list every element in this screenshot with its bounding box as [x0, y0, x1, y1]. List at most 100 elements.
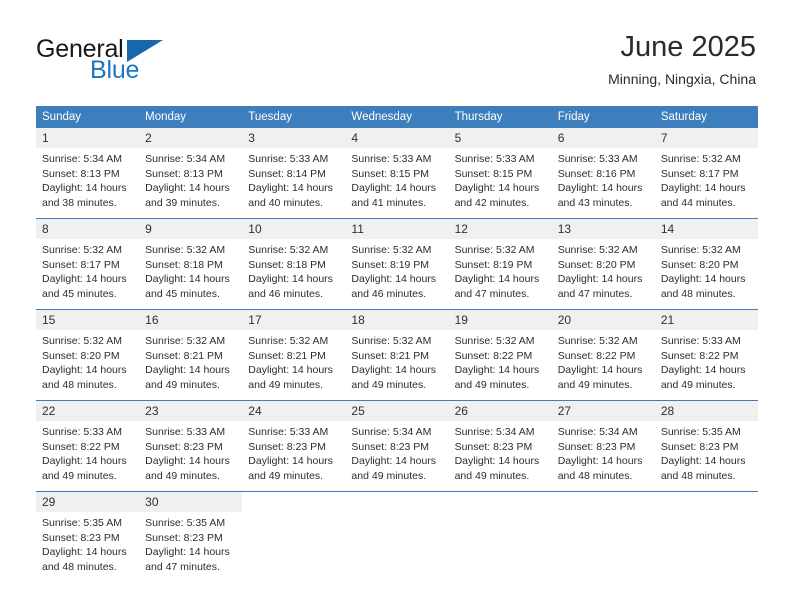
- day-details: Sunrise: 5:32 AM Sunset: 8:17 PM Daylight:…: [655, 148, 758, 210]
- calendar-cell-empty: [654, 491, 758, 582]
- day-cell-inner: 18 Sunrise: 5:32 AM Sunset: 8:21 PM Dayligh…: [345, 310, 449, 400]
- calendar-day-cell[interactable]: 27 Sunrise: 5:34 AM Sunset: 8:23 PM Dayligh…: [551, 400, 655, 492]
- day-number: 23: [139, 401, 243, 421]
- calendar-day-cell[interactable]: 15 Sunrise: 5:32 AM Sunset: 8:20 PM Dayligh…: [36, 309, 140, 401]
- location-subtitle: Minning, Ningxia, China: [608, 71, 756, 87]
- sunset-text: Sunset: 8:17 PM: [42, 258, 120, 271]
- sunrise-text: Sunrise: 5:32 AM: [660, 153, 741, 165]
- calendar-week-row: 15 Sunrise: 5:32 AM Sunset: 8:20 PM Dayligh…: [36, 309, 758, 401]
- day-details: Sunrise: 5:33 AM Sunset: 8:16 PM Daylight:…: [552, 148, 655, 210]
- calendar-header-row: Sunday Monday Tuesday Wednesday Thursday…: [36, 106, 758, 128]
- calendar-day-cell[interactable]: 4 Sunrise: 5:33 AM Sunset: 8:15 PM Daylight…: [345, 128, 449, 219]
- day-number: 6: [551, 128, 655, 148]
- calendar-day-cell[interactable]: 8 Sunrise: 5:32 AM Sunset: 8:17 PM Daylight…: [36, 218, 140, 310]
- weekday-header-tuesday: Tuesday: [242, 106, 346, 128]
- sunrise-text: Sunrise: 5:32 AM: [351, 335, 432, 347]
- calendar-day-cell[interactable]: 2 Sunrise: 5:34 AM Sunset: 8:13 PM Daylight…: [139, 128, 243, 219]
- calendar-day-cell[interactable]: 12 Sunrise: 5:32 AM Sunset: 8:19 PM Dayligh…: [448, 218, 552, 310]
- sunrise-text: Sunrise: 5:34 AM: [145, 153, 226, 165]
- sunrise-text: Sunrise: 5:32 AM: [145, 335, 226, 347]
- day-number: 28: [654, 401, 758, 421]
- weekday-header-thursday: Thursday: [448, 106, 552, 128]
- sunset-text: Sunset: 8:13 PM: [145, 167, 223, 180]
- calendar-day-cell[interactable]: 13 Sunrise: 5:32 AM Sunset: 8:20 PM Dayligh…: [551, 218, 655, 310]
- sunset-text: Sunset: 8:13 PM: [42, 167, 120, 180]
- day-cell-inner: 28 Sunrise: 5:35 AM Sunset: 8:23 PM Dayligh…: [654, 401, 758, 491]
- calendar-day-cell[interactable]: 5 Sunrise: 5:33 AM Sunset: 8:15 PM Daylight…: [448, 128, 552, 219]
- calendar-day-cell[interactable]: 16 Sunrise: 5:32 AM Sunset: 8:21 PM Dayligh…: [139, 309, 243, 401]
- day-number: [655, 492, 758, 512]
- sunrise-text: Sunrise: 5:32 AM: [248, 244, 329, 256]
- calendar-page: General Blue June 2025 Minning, Ningxia,…: [0, 0, 792, 612]
- sunset-text: Sunset: 8:20 PM: [42, 349, 120, 362]
- daylight-text: Daylight: 14 hours and 49 minutes.: [660, 364, 746, 391]
- calendar-day-cell[interactable]: 28 Sunrise: 5:35 AM Sunset: 8:23 PM Dayligh…: [654, 400, 758, 492]
- daylight-text: Daylight: 14 hours and 49 minutes.: [454, 455, 540, 482]
- day-cell-inner: [552, 492, 655, 582]
- day-details: [345, 512, 448, 516]
- calendar-day-cell[interactable]: 19 Sunrise: 5:32 AM Sunset: 8:22 PM Dayligh…: [448, 309, 552, 401]
- calendar-day-cell[interactable]: 23 Sunrise: 5:33 AM Sunset: 8:23 PM Dayligh…: [139, 400, 243, 492]
- sunset-text: Sunset: 8:19 PM: [454, 258, 533, 271]
- sunrise-text: Sunrise: 5:32 AM: [557, 335, 638, 347]
- day-number: 10: [242, 219, 346, 239]
- day-cell-inner: 3 Sunrise: 5:33 AM Sunset: 8:14 PM Daylight…: [242, 128, 346, 218]
- calendar-day-cell[interactable]: 1 Sunrise: 5:34 AM Sunset: 8:13 PM Daylight…: [36, 128, 140, 219]
- day-number: [552, 492, 655, 512]
- sunrise-text: Sunrise: 5:34 AM: [351, 426, 432, 438]
- general-blue-logo[interactable]: General Blue: [36, 36, 236, 88]
- calendar-day-cell[interactable]: 14 Sunrise: 5:32 AM Sunset: 8:20 PM Dayligh…: [654, 218, 758, 310]
- day-cell-inner: 12 Sunrise: 5:32 AM Sunset: 8:19 PM Dayligh…: [448, 219, 552, 309]
- day-details: Sunrise: 5:32 AM Sunset: 8:21 PM Daylight:…: [345, 330, 448, 392]
- weekday-header-sunday: Sunday: [36, 106, 140, 128]
- calendar-day-cell[interactable]: 20 Sunrise: 5:32 AM Sunset: 8:22 PM Dayligh…: [551, 309, 655, 401]
- sunrise-text: Sunrise: 5:33 AM: [145, 426, 226, 438]
- day-details: Sunrise: 5:34 AM Sunset: 8:23 PM Daylight:…: [345, 421, 448, 483]
- calendar-day-cell[interactable]: 25 Sunrise: 5:34 AM Sunset: 8:23 PM Dayligh…: [345, 400, 449, 492]
- calendar-day-cell[interactable]: 29 Sunrise: 5:35 AM Sunset: 8:23 PM Dayligh…: [36, 491, 140, 582]
- calendar-day-cell[interactable]: 22 Sunrise: 5:33 AM Sunset: 8:22 PM Dayligh…: [36, 400, 140, 492]
- sunrise-text: Sunrise: 5:32 AM: [248, 335, 329, 347]
- calendar-day-cell[interactable]: 3 Sunrise: 5:33 AM Sunset: 8:14 PM Daylight…: [242, 128, 346, 219]
- day-details: Sunrise: 5:33 AM Sunset: 8:22 PM Daylight:…: [655, 330, 758, 392]
- calendar-day-cell[interactable]: 10 Sunrise: 5:32 AM Sunset: 8:18 PM Dayligh…: [242, 218, 346, 310]
- sunrise-text: Sunrise: 5:33 AM: [248, 426, 329, 438]
- calendar-day-cell[interactable]: 9 Sunrise: 5:32 AM Sunset: 8:18 PM Daylight…: [139, 218, 243, 310]
- calendar-day-cell[interactable]: 26 Sunrise: 5:34 AM Sunset: 8:23 PM Dayligh…: [448, 400, 552, 492]
- sunrise-text: Sunrise: 5:33 AM: [660, 335, 741, 347]
- day-number: 11: [345, 219, 449, 239]
- day-number: [345, 492, 448, 512]
- calendar-day-cell[interactable]: 18 Sunrise: 5:32 AM Sunset: 8:21 PM Dayligh…: [345, 309, 449, 401]
- sunset-text: Sunset: 8:16 PM: [557, 167, 636, 180]
- calendar-day-cell[interactable]: 11 Sunrise: 5:32 AM Sunset: 8:19 PM Dayligh…: [345, 218, 449, 310]
- day-cell-inner: 24 Sunrise: 5:33 AM Sunset: 8:23 PM Dayligh…: [242, 401, 346, 491]
- daylight-text: Daylight: 14 hours and 40 minutes.: [248, 182, 333, 209]
- sunrise-text: Sunrise: 5:33 AM: [248, 153, 329, 165]
- daylight-text: Daylight: 14 hours and 41 minutes.: [351, 182, 437, 209]
- day-number: 4: [345, 128, 449, 148]
- day-details: Sunrise: 5:32 AM Sunset: 8:21 PM Daylight:…: [242, 330, 345, 392]
- day-cell-inner: 5 Sunrise: 5:33 AM Sunset: 8:15 PM Daylight…: [448, 128, 552, 218]
- calendar-day-cell[interactable]: 21 Sunrise: 5:33 AM Sunset: 8:22 PM Dayligh…: [654, 309, 758, 401]
- daylight-text: Daylight: 14 hours and 48 minutes.: [660, 455, 746, 482]
- sunset-text: Sunset: 8:23 PM: [248, 440, 326, 453]
- day-cell-inner: 23 Sunrise: 5:33 AM Sunset: 8:23 PM Dayligh…: [139, 401, 243, 491]
- calendar-day-cell[interactable]: 30 Sunrise: 5:35 AM Sunset: 8:23 PM Dayligh…: [139, 491, 243, 582]
- day-number: 15: [36, 310, 140, 330]
- calendar-day-cell[interactable]: 17 Sunrise: 5:32 AM Sunset: 8:21 PM Dayligh…: [242, 309, 346, 401]
- day-number: 8: [36, 219, 140, 239]
- sunrise-text: Sunrise: 5:32 AM: [557, 244, 638, 256]
- sunset-text: Sunset: 8:15 PM: [351, 167, 430, 180]
- calendar-day-cell[interactable]: 6 Sunrise: 5:33 AM Sunset: 8:16 PM Daylight…: [551, 128, 655, 219]
- day-number: 22: [36, 401, 140, 421]
- day-number: 19: [448, 310, 552, 330]
- day-details: Sunrise: 5:33 AM Sunset: 8:23 PM Daylight:…: [242, 421, 345, 483]
- day-number: 26: [448, 401, 552, 421]
- calendar-day-cell[interactable]: 24 Sunrise: 5:33 AM Sunset: 8:23 PM Dayligh…: [242, 400, 346, 492]
- calendar-day-cell[interactable]: 7 Sunrise: 5:32 AM Sunset: 8:17 PM Daylight…: [654, 128, 758, 219]
- weekday-header-friday: Friday: [551, 106, 655, 128]
- day-details: Sunrise: 5:35 AM Sunset: 8:23 PM Daylight:…: [139, 512, 242, 574]
- sunset-text: Sunset: 8:22 PM: [42, 440, 120, 453]
- calendar-week-row: 29 Sunrise: 5:35 AM Sunset: 8:23 PM Dayligh…: [36, 491, 758, 582]
- day-cell-inner: 10 Sunrise: 5:32 AM Sunset: 8:18 PM Dayligh…: [242, 219, 346, 309]
